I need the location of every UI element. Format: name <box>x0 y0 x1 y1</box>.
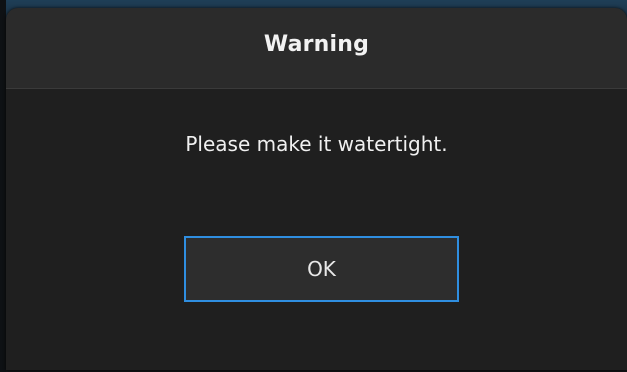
ok-button[interactable]: OK <box>184 236 459 302</box>
dialog-header: Warning <box>6 8 627 89</box>
dialog-message: Please make it watertight. <box>185 132 448 156</box>
dialog-title: Warning <box>263 32 370 57</box>
ok-button-label: OK <box>307 257 336 281</box>
warning-dialog: Warning Please make it watertight. OK <box>6 8 627 370</box>
